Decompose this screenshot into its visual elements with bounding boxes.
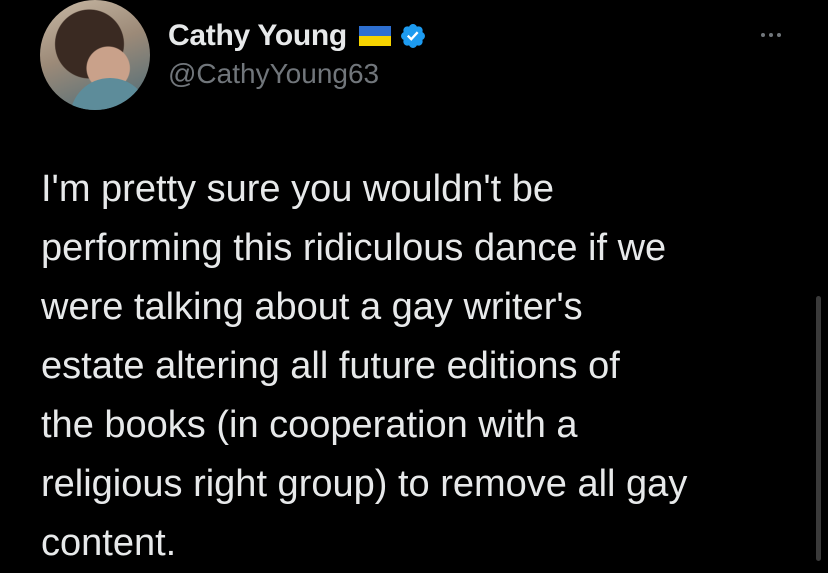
avatar-shirt — [70, 78, 150, 110]
scrollbar[interactable] — [816, 296, 821, 561]
author-display-name[interactable]: Cathy Young — [168, 19, 347, 53]
ukraine-flag-icon — [358, 26, 391, 46]
author-handle[interactable]: @CathyYoung63 — [168, 58, 379, 90]
verified-badge-icon — [399, 22, 427, 50]
more-options-icon — [759, 26, 783, 44]
author-name-row: Cathy Young — [168, 16, 427, 56]
tweet: Cathy Young @CathyYoung63 I'm pretty sur… — [0, 0, 828, 564]
tweet-text: I'm pretty sure you wouldn't be performi… — [41, 168, 688, 564]
more-options-button[interactable] — [754, 20, 788, 50]
avatar[interactable] — [40, 0, 150, 110]
